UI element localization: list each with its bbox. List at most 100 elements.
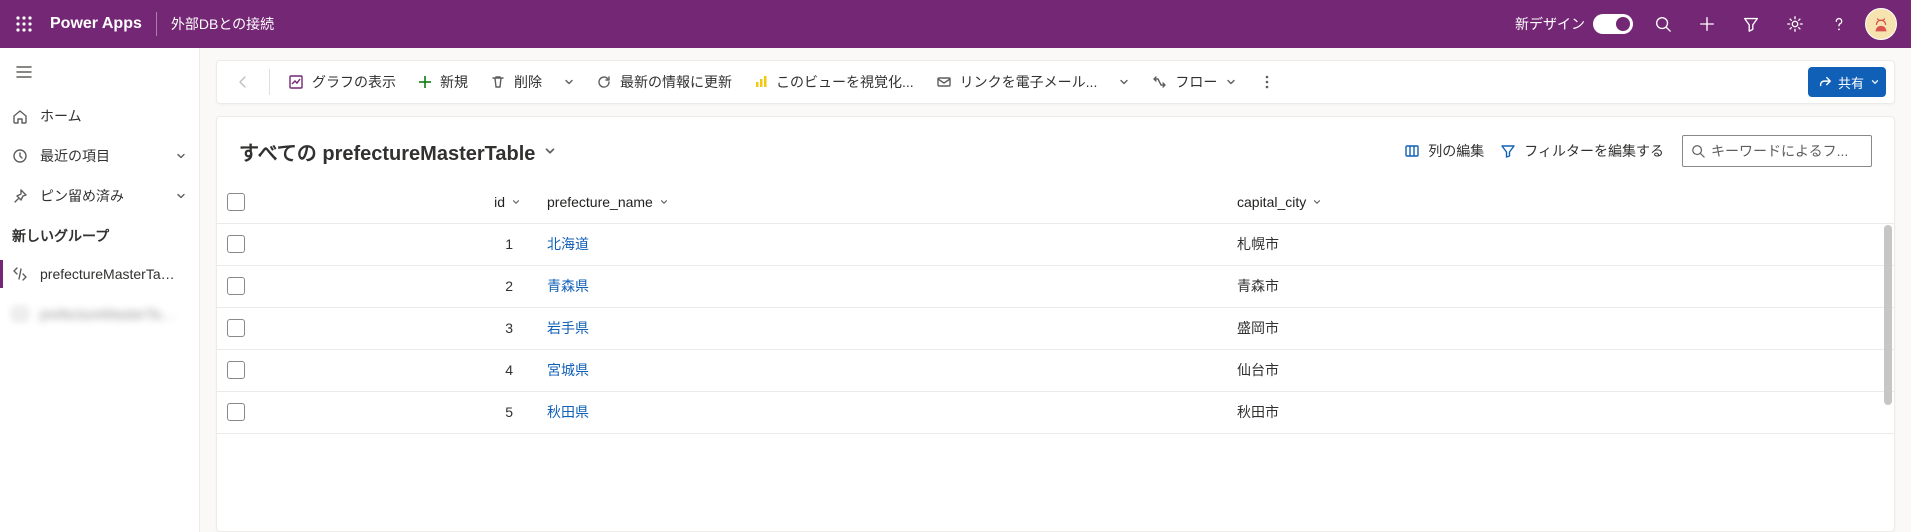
hamburger-icon[interactable] — [14, 62, 34, 82]
chevron-down-icon — [543, 144, 557, 158]
email-link-button[interactable]: リンクを電子メール... — [926, 64, 1108, 100]
gear-icon[interactable] — [1775, 0, 1815, 48]
column-label: prefecture_name — [547, 194, 653, 210]
command-label: グラフの表示 — [312, 72, 396, 92]
help-icon[interactable] — [1819, 0, 1859, 48]
table-row[interactable]: 5 秋田県 秋田市 — [217, 391, 1894, 433]
table-row[interactable]: 4宮城県仙台市 — [217, 349, 1894, 391]
share-button[interactable]: 共有 — [1808, 67, 1886, 97]
keyword-search-input[interactable] — [1711, 143, 1863, 159]
filter-icon — [1500, 143, 1516, 159]
sidebar-item-label: ピン留め済み — [40, 186, 124, 206]
header-actions: 新デザイン — [1515, 0, 1903, 48]
card-header: すべての prefectureMasterTable 列の編集 フィルターを編集… — [217, 117, 1894, 181]
product-name[interactable]: Power Apps — [40, 15, 156, 33]
clock-icon — [12, 148, 28, 164]
sidebar: ホーム 最近の項目 ピン留め済み 新しいグループ prefectureMaste… — [0, 48, 200, 532]
plus-icon — [418, 75, 432, 89]
waffle-icon[interactable] — [8, 8, 40, 40]
sidebar-item-prefecture-table[interactable]: prefectureMasterTabl... — [0, 254, 199, 294]
separator — [156, 12, 157, 36]
sidebar-item-home[interactable]: ホーム — [0, 96, 199, 136]
view-title-label: すべての prefectureMasterTable — [239, 137, 535, 166]
chevron-down-icon — [1870, 77, 1880, 87]
toggle-switch-icon[interactable] — [1593, 14, 1633, 34]
command-label: 削除 — [514, 72, 542, 92]
cell-capital: 札幌市 — [1227, 223, 1894, 265]
chevron-down-icon — [511, 197, 521, 207]
new-button[interactable]: 新規 — [408, 64, 478, 100]
select-all-checkbox[interactable] — [227, 193, 245, 211]
share-icon — [1818, 75, 1832, 89]
row-checkbox[interactable] — [227, 403, 245, 421]
column-header-name[interactable]: prefecture_name — [547, 194, 1217, 210]
environment-name[interactable]: 外部DBとの接続 — [171, 14, 274, 34]
edit-columns-button[interactable]: 列の編集 — [1396, 135, 1492, 167]
chevron-down-icon — [175, 190, 187, 202]
view-title-dropdown[interactable]: すべての prefectureMasterTable — [239, 137, 557, 166]
sidebar-item-pinned[interactable]: ピン留め済み — [0, 176, 199, 216]
avatar[interactable] — [1865, 8, 1897, 40]
sidebar-item-recent[interactable]: 最近の項目 — [0, 136, 199, 176]
table-scroll[interactable]: id prefecture_name — [217, 181, 1894, 531]
prefecture-link[interactable]: 秋田県 — [547, 404, 589, 420]
edit-columns-label: 列の編集 — [1428, 141, 1484, 161]
cell-capital: 秋田市 — [1227, 391, 1894, 433]
filter-icon[interactable] — [1731, 0, 1771, 48]
mail-icon — [936, 74, 952, 90]
column-header-id[interactable]: id — [277, 194, 527, 210]
command-label: 最新の情報に更新 — [620, 72, 732, 92]
cell-name: 青森県 — [537, 265, 1227, 307]
chart-icon — [288, 74, 304, 90]
sidebar-group-header: 新しいグループ — [0, 216, 199, 254]
visualize-button[interactable]: このビューを視覚化... — [744, 64, 924, 100]
keyword-search[interactable] — [1682, 135, 1872, 167]
table-row[interactable]: 3岩手県盛岡市 — [217, 307, 1894, 349]
sidebar-item-label: prefectureMasterTabl... — [40, 306, 180, 322]
scrollbar-thumb[interactable] — [1884, 225, 1892, 405]
row-checkbox[interactable] — [227, 235, 245, 253]
email-split-chevron[interactable] — [1109, 76, 1139, 88]
chevron-down-icon — [1118, 76, 1130, 88]
share-label: 共有 — [1838, 73, 1864, 92]
column-header-capital[interactable]: capital_city — [1237, 194, 1884, 210]
chevron-down-icon — [563, 76, 575, 88]
cell-id: 4 — [267, 349, 537, 391]
command-label: リンクを電子メール... — [960, 72, 1098, 92]
table-row[interactable]: 2青森県青森市 — [217, 265, 1894, 307]
columns-icon — [1404, 143, 1420, 159]
table-row[interactable]: 1北海道札幌市 — [217, 223, 1894, 265]
cell-name: 宮城県 — [537, 349, 1227, 391]
new-design-toggle[interactable]: 新デザイン — [1515, 14, 1633, 34]
flow-button[interactable]: フロー — [1141, 64, 1247, 100]
delete-split-chevron[interactable] — [554, 76, 584, 88]
sidebar-item-label: ホーム — [40, 106, 82, 126]
entity-icon — [12, 306, 28, 322]
cell-id: 5 — [267, 391, 537, 433]
cell-capital: 青森市 — [1227, 265, 1894, 307]
chevron-down-icon — [175, 150, 187, 162]
row-checkbox[interactable] — [227, 361, 245, 379]
cell-id: 3 — [267, 307, 537, 349]
column-label: capital_city — [1237, 194, 1306, 210]
prefecture-link[interactable]: 宮城県 — [547, 362, 589, 378]
sidebar-item-redacted[interactable]: prefectureMasterTabl... — [0, 294, 199, 334]
chevron-down-icon — [1225, 76, 1237, 88]
refresh-button[interactable]: 最新の情報に更新 — [586, 64, 742, 100]
overflow-button[interactable] — [1249, 64, 1285, 100]
column-label: id — [494, 194, 505, 210]
edit-filters-button[interactable]: フィルターを編集する — [1492, 135, 1672, 167]
add-icon[interactable] — [1687, 0, 1727, 48]
entity-icon — [12, 266, 28, 282]
prefecture-link[interactable]: 北海道 — [547, 236, 589, 252]
show-chart-button[interactable]: グラフの表示 — [278, 64, 406, 100]
search-icon[interactable] — [1643, 0, 1683, 48]
data-card: すべての prefectureMasterTable 列の編集 フィルターを編集… — [216, 116, 1895, 532]
prefecture-link[interactable]: 青森県 — [547, 278, 589, 294]
prefecture-link[interactable]: 岩手県 — [547, 320, 589, 336]
row-checkbox[interactable] — [227, 319, 245, 337]
delete-button[interactable]: 削除 — [480, 64, 552, 100]
row-checkbox[interactable] — [227, 277, 245, 295]
cell-name: 北海道 — [537, 223, 1227, 265]
cell-name: 岩手県 — [537, 307, 1227, 349]
